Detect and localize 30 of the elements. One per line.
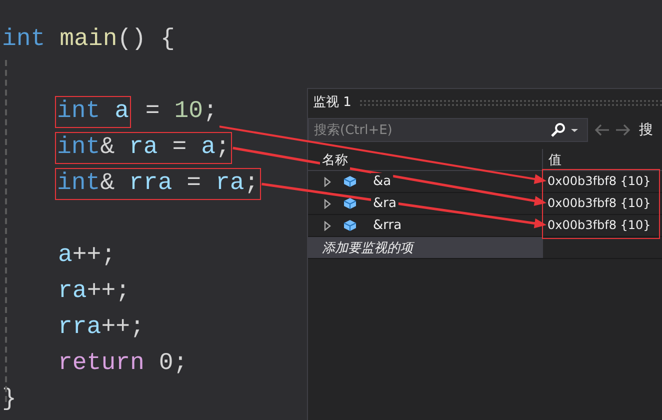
watch-value: 0x00b3fbf8 {10} [548,218,651,232]
back-arrow-icon[interactable] [594,123,610,137]
watch-value: 0x00b3fbf8 {10} [548,174,651,188]
search-label: 搜 [639,121,653,139]
cube-icon [343,175,357,188]
cube-icon [343,219,357,232]
expand-icon[interactable] [324,220,331,230]
watch-name: &a [373,174,392,189]
forward-arrow-icon[interactable] [615,123,631,137]
watch-name: &ra [373,196,396,211]
expand-icon[interactable] [324,198,331,208]
code-text: int a [57,97,130,127]
code-text: int& rra = ra; [57,169,259,199]
cube-icon [343,197,357,210]
code-text: = 10; [144,97,218,127]
watch-row[interactable]: &rra 0x00b3fbf8 {10} [308,214,662,236]
code-line: int main() { [2,25,175,55]
watch-name: &rra [373,218,402,233]
add-watch-item[interactable]: 添加要监视的项 [308,236,542,258]
grip-drawing[interactable] [359,98,662,106]
code-line: return 0; [58,349,188,379]
code-line: rra++; [58,313,144,343]
column-header[interactable]: 值 [548,150,562,168]
expand-icon[interactable] [324,176,331,186]
code-line: ra++; [58,277,130,307]
column-header[interactable]: 名称 [322,150,348,168]
watch-title: 监视 1 [313,94,352,111]
code-line: a++; [58,241,116,271]
code-text: int& ra = a; [57,133,230,163]
watch-value: 0x00b3fbf8 {10} [548,196,651,210]
